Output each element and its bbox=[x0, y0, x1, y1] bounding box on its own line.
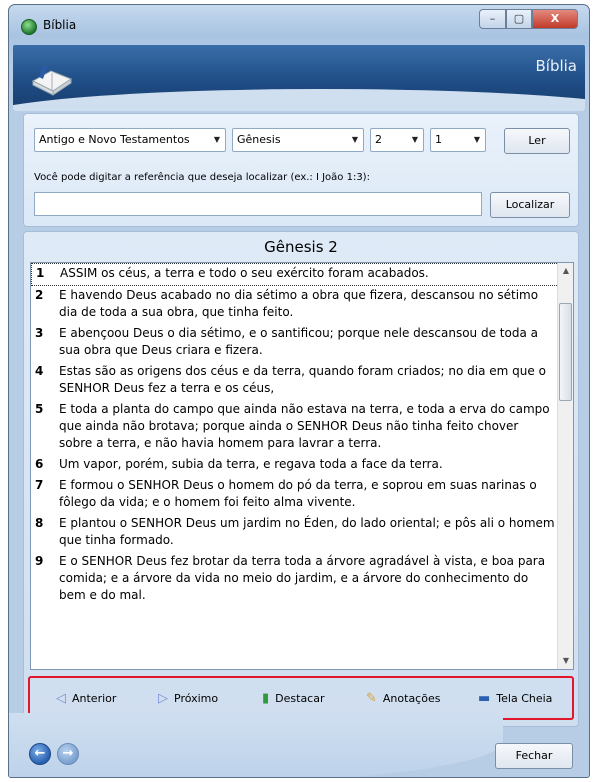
header-swoosh bbox=[13, 89, 585, 111]
verse-row[interactable]: 1 ASSIM os céus, a terra e todo o seu ex… bbox=[31, 263, 559, 286]
testament-select[interactable]: Antigo e Novo Testamentos ▼ bbox=[34, 128, 226, 152]
chevron-down-icon: ▼ bbox=[351, 135, 358, 144]
window-title: Bíblia bbox=[43, 18, 77, 32]
search-hint: Você pode digitar a referência que desej… bbox=[34, 172, 370, 183]
triangle-left-icon: ◁ bbox=[56, 690, 66, 706]
verse-number: 1 bbox=[36, 266, 45, 280]
verse-row[interactable]: 3 E abençoou Deus o dia sétimo, e o sant… bbox=[31, 324, 559, 362]
pencil-icon: ✎ bbox=[366, 690, 377, 706]
app-header: Bíblia bbox=[13, 45, 585, 111]
book-select-value: Gênesis bbox=[237, 133, 281, 146]
close-window-button[interactable]: X bbox=[532, 9, 578, 29]
verse-select-value: 1 bbox=[435, 133, 442, 146]
verse-text: Estas são as origens dos céus e da terra… bbox=[59, 364, 546, 395]
verse-text: ASSIM os céus, a terra e todo o seu exér… bbox=[60, 266, 429, 280]
testament-select-value: Antigo e Novo Testamentos bbox=[39, 133, 190, 146]
chevron-down-icon: ▼ bbox=[473, 135, 480, 144]
maximize-button[interactable]: ▢ bbox=[506, 9, 532, 29]
verse-row[interactable]: 7 E formou o SENHOR Deus o homem do pó d… bbox=[31, 476, 559, 514]
scrollbar-thumb[interactable] bbox=[559, 303, 572, 401]
reference-search-input[interactable] bbox=[34, 192, 482, 216]
verse-select[interactable]: 1 ▼ bbox=[430, 128, 486, 152]
verse-number: 9 bbox=[35, 554, 44, 568]
reading-panel: Gênesis 2 1 ASSIM os céus, a terra e tod… bbox=[23, 231, 579, 727]
verse-text: E formou o SENHOR Deus o homem do pó da … bbox=[59, 478, 537, 509]
monitor-icon: ▬ bbox=[478, 690, 491, 706]
verse-row[interactable]: 8 E plantou o SENHOR Deus um jardim no É… bbox=[31, 514, 559, 552]
scroll-up-arrow-icon[interactable]: ▲ bbox=[558, 263, 573, 279]
arrow-left-circle-icon[interactable]: ← bbox=[29, 743, 51, 765]
footer-swoosh bbox=[9, 713, 503, 777]
verse-list: 1 ASSIM os céus, a terra e todo o seu ex… bbox=[31, 263, 559, 607]
verse-text: E abençoou Deus o dia sétimo, e o santif… bbox=[59, 326, 538, 357]
verse-row[interactable]: 2 E havendo Deus acabado no dia sétimo a… bbox=[31, 286, 559, 324]
previous-label: Anterior bbox=[72, 691, 117, 705]
verse-row[interactable]: 5 E toda a planta do campo que ainda não… bbox=[31, 400, 559, 455]
close-button[interactable]: Fechar bbox=[495, 743, 573, 769]
open-book-icon bbox=[31, 65, 73, 96]
verse-number: 8 bbox=[35, 516, 44, 530]
bible-app-icon bbox=[21, 19, 37, 35]
chevron-down-icon: ▼ bbox=[213, 135, 220, 144]
verse-text: Um vapor, porém, subia da terra, e regav… bbox=[59, 457, 443, 471]
footer-bar: ← → Fechar bbox=[9, 713, 585, 777]
highlighter-icon: ▮ bbox=[262, 690, 270, 706]
highlight-label: Destacar bbox=[275, 691, 325, 705]
verse-text: E havendo Deus acabado no dia sétimo a o… bbox=[59, 288, 539, 319]
verse-number: 3 bbox=[35, 326, 44, 340]
verse-number: 5 bbox=[35, 402, 44, 416]
verse-text: E toda a planta do campo que ainda não e… bbox=[59, 402, 550, 450]
chevron-down-icon: ▼ bbox=[411, 135, 418, 144]
chapter-select-value: 2 bbox=[375, 133, 382, 146]
fullscreen-label: Tela Cheia bbox=[496, 691, 553, 705]
header-title: Bíblia bbox=[535, 57, 577, 75]
verse-list-box[interactable]: 1 ASSIM os céus, a terra e todo o seu ex… bbox=[30, 262, 574, 670]
reference-panel: Antigo e Novo Testamentos ▼ Gênesis ▼ 2 … bbox=[23, 113, 579, 227]
verse-row[interactable]: 6 Um vapor, porém, subia da terra, e reg… bbox=[31, 455, 559, 476]
notes-label: Anotações bbox=[382, 691, 441, 705]
next-label: Próximo bbox=[174, 691, 219, 705]
next-button[interactable]: ▷ Próximo bbox=[158, 688, 218, 708]
verse-text: E plantou o SENHOR Deus um jardim no Éde… bbox=[59, 516, 555, 547]
verse-number: 7 bbox=[35, 478, 44, 492]
triangle-right-icon: ▷ bbox=[158, 690, 168, 706]
title-bar[interactable]: Bíblia – ▢ X bbox=[9, 5, 589, 45]
verse-number: 4 bbox=[35, 364, 44, 378]
book-select[interactable]: Gênesis ▼ bbox=[232, 128, 364, 152]
read-button[interactable]: Ler bbox=[504, 128, 570, 154]
locate-button[interactable]: Localizar bbox=[490, 192, 570, 218]
verse-number: 2 bbox=[35, 288, 44, 302]
scroll-down-arrow-icon[interactable]: ▼ bbox=[558, 653, 573, 669]
arrow-right-circle-icon[interactable]: → bbox=[57, 743, 79, 765]
chapter-title: Gênesis 2 bbox=[264, 238, 338, 256]
fullscreen-button[interactable]: ▬ Tela Cheia bbox=[478, 688, 552, 708]
highlight-button[interactable]: ▮ Destacar bbox=[262, 688, 325, 708]
vertical-scrollbar[interactable]: ▲ ▼ bbox=[557, 263, 573, 669]
verse-row[interactable]: 4 Estas são as origens dos céus e da ter… bbox=[31, 362, 559, 400]
verse-row[interactable]: 9 E o SENHOR Deus fez brotar da terra to… bbox=[31, 552, 559, 607]
verse-number: 6 bbox=[35, 457, 44, 471]
app-window: Bíblia – ▢ X Bíblia Antigo e Novo Testam… bbox=[8, 4, 590, 778]
previous-button[interactable]: ◁ Anterior bbox=[56, 688, 116, 708]
minimize-button[interactable]: – bbox=[479, 9, 506, 29]
chapter-select[interactable]: 2 ▼ bbox=[370, 128, 424, 152]
notes-button[interactable]: ✎ Anotações bbox=[366, 688, 440, 708]
verse-text: E o SENHOR Deus fez brotar da terra toda… bbox=[59, 554, 546, 602]
